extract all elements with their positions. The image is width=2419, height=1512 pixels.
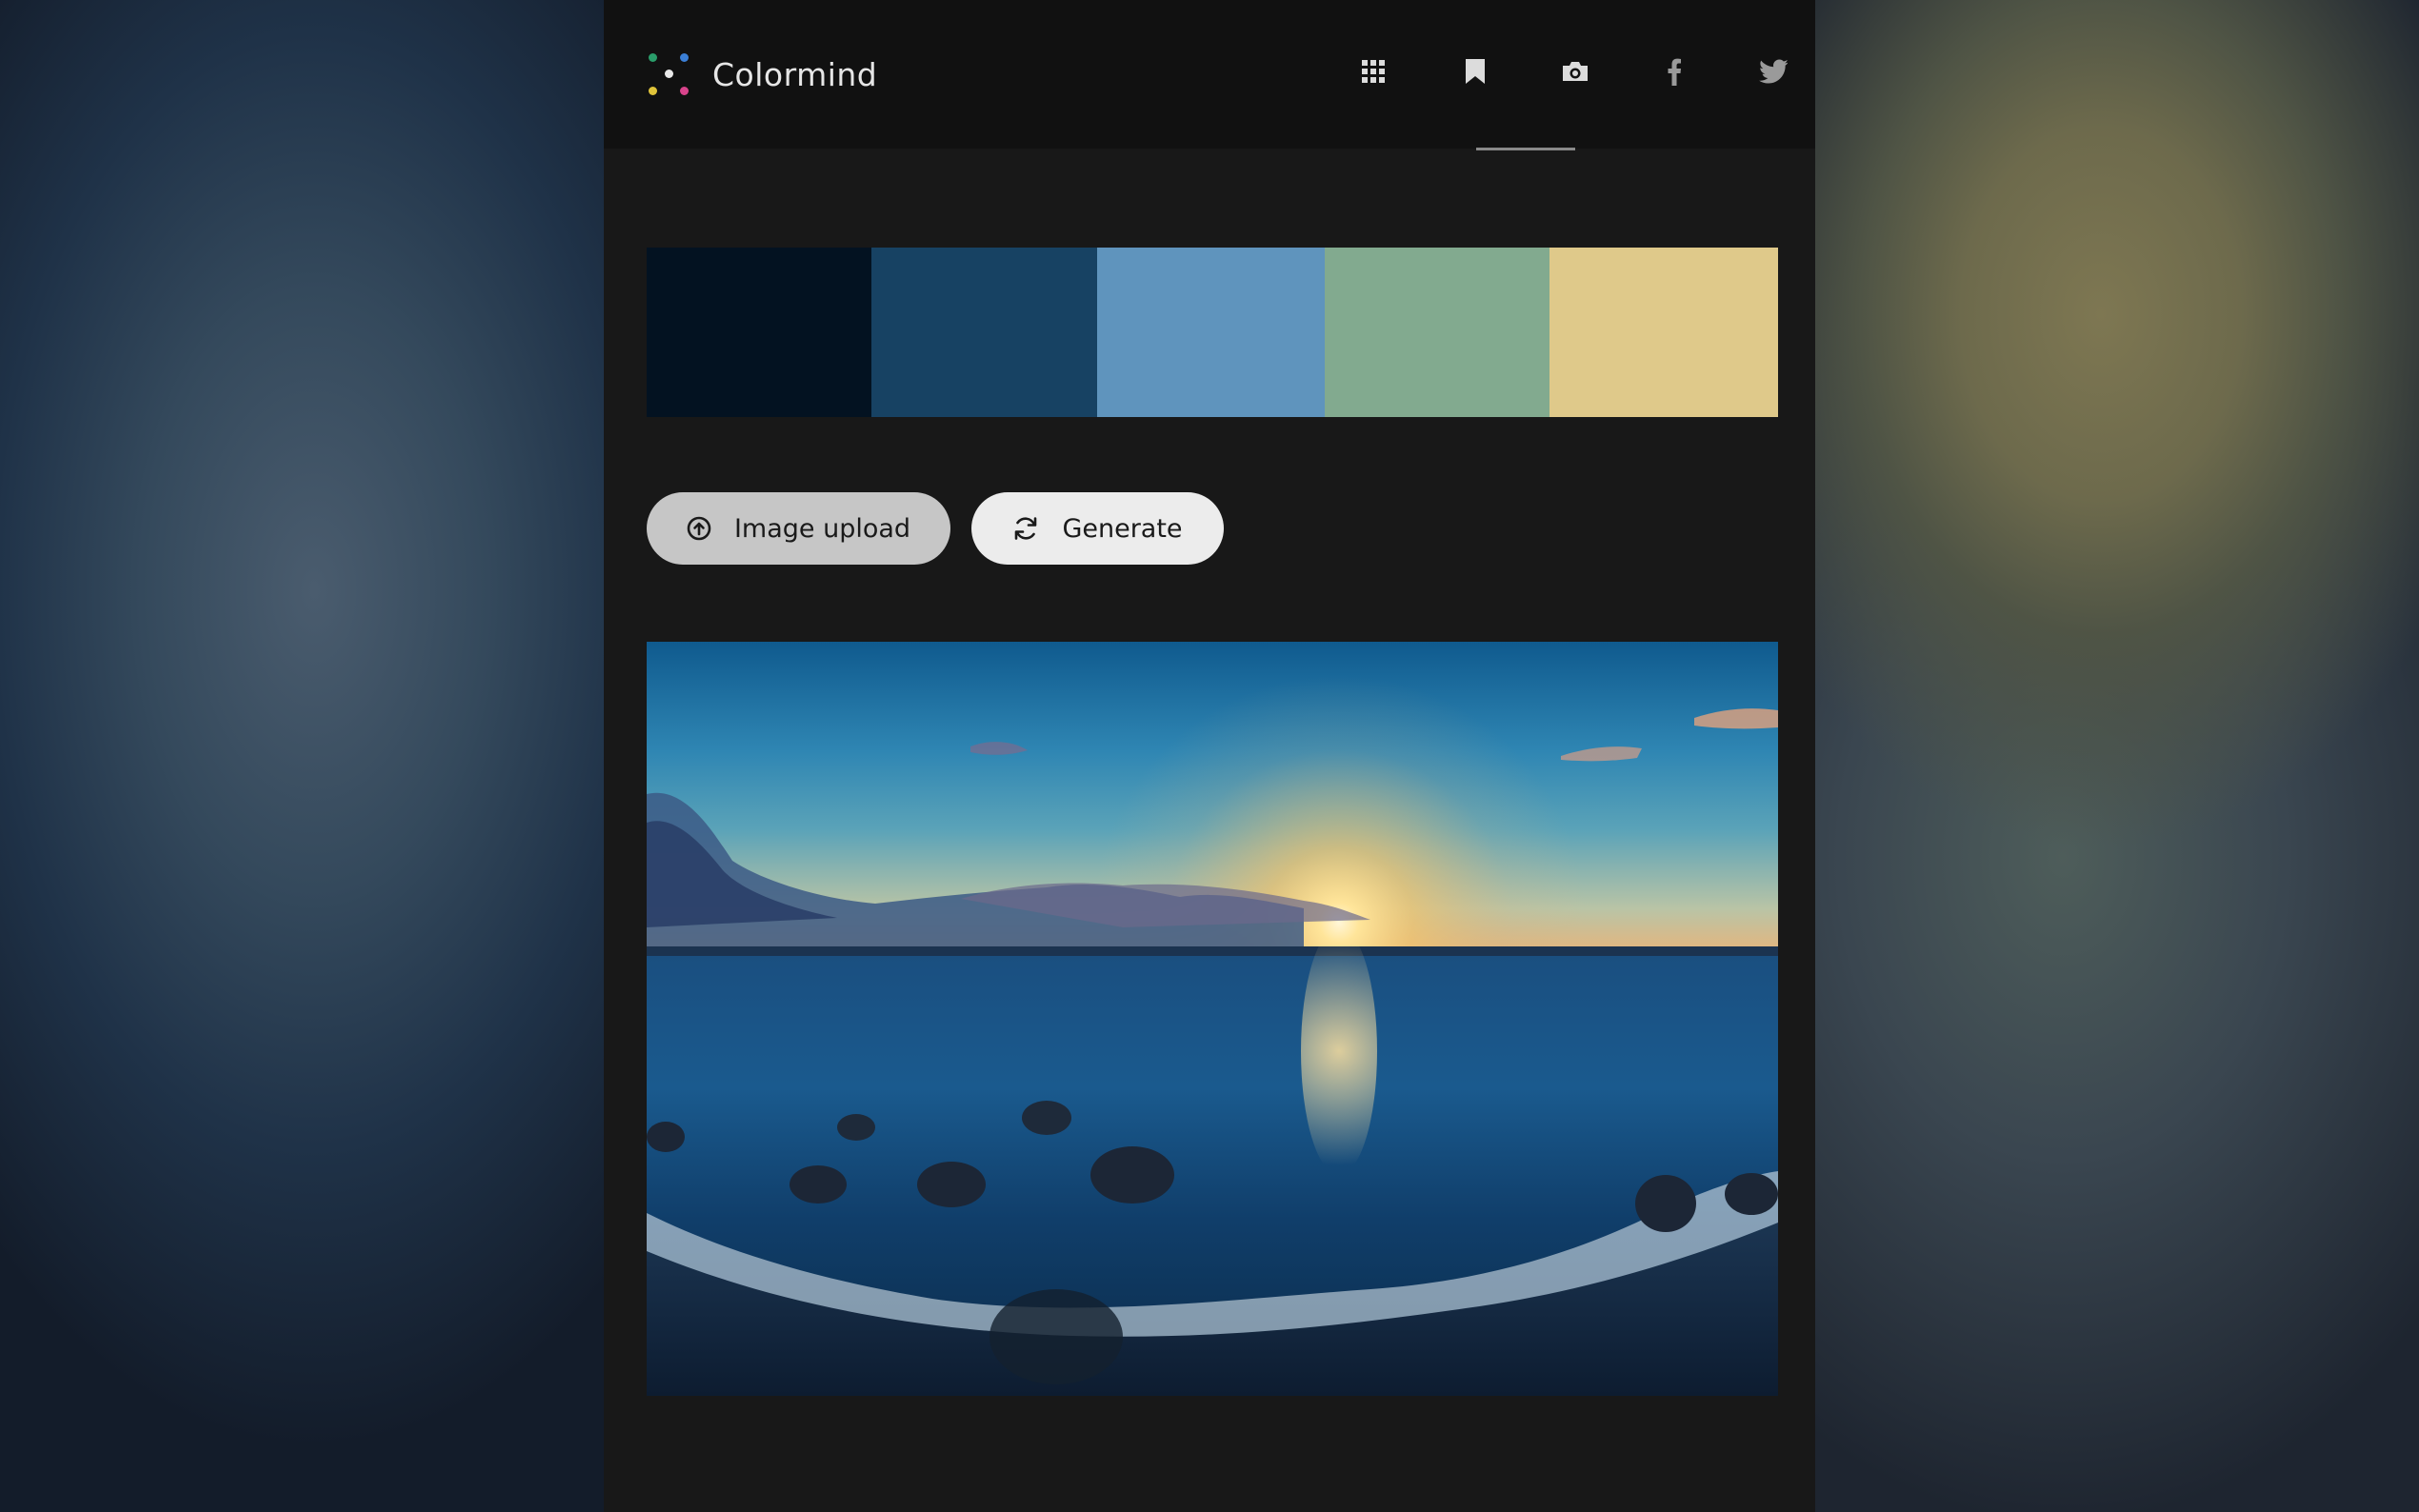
background-blur-right bbox=[1815, 0, 2419, 1512]
facebook-icon bbox=[1668, 58, 1681, 86]
palette-swatch[interactable] bbox=[871, 248, 1097, 417]
top-bar: Colormind bbox=[604, 0, 1815, 150]
nav-grid-button[interactable] bbox=[1324, 38, 1423, 105]
colormind-logo-icon bbox=[646, 51, 691, 97]
nav-twitter-button[interactable] bbox=[1724, 38, 1823, 105]
background-blur-left bbox=[0, 0, 604, 1512]
bookmark-icon bbox=[1466, 59, 1485, 84]
generate-button[interactable]: Generate bbox=[971, 492, 1224, 565]
palette-swatch[interactable] bbox=[647, 248, 871, 417]
source-photo bbox=[647, 642, 1778, 1396]
app-panel: Colormind Image upload Generate bbox=[604, 0, 1815, 1512]
nav-facebook-button[interactable] bbox=[1625, 38, 1724, 105]
app-name: Colormind bbox=[712, 55, 878, 93]
generate-label: Generate bbox=[1062, 513, 1183, 544]
palette-swatch[interactable] bbox=[1325, 248, 1549, 417]
image-upload-button[interactable]: Image upload bbox=[647, 492, 950, 565]
color-palette bbox=[647, 248, 1778, 417]
image-upload-label: Image upload bbox=[733, 513, 911, 544]
twitter-icon bbox=[1759, 59, 1788, 84]
grid-icon bbox=[1362, 60, 1385, 83]
active-tab-indicator bbox=[1476, 148, 1575, 150]
nav-bookmark-button[interactable] bbox=[1426, 38, 1525, 105]
logo[interactable]: Colormind bbox=[646, 50, 877, 99]
palette-swatch[interactable] bbox=[1549, 248, 1778, 417]
palette-swatch[interactable] bbox=[1097, 248, 1325, 417]
refresh-icon bbox=[1015, 517, 1037, 540]
upload-circle-icon bbox=[687, 516, 711, 541]
camera-icon bbox=[1563, 62, 1588, 81]
nav-camera-button[interactable] bbox=[1526, 38, 1625, 105]
